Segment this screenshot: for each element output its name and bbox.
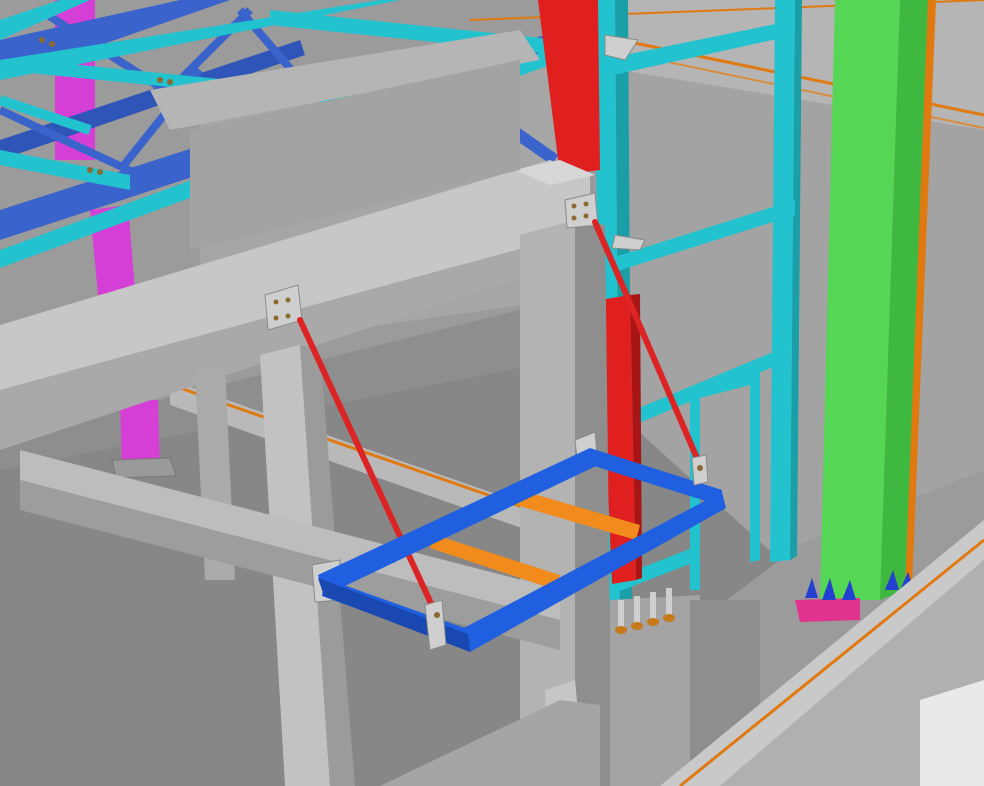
- structural-model-view: [0, 0, 984, 786]
